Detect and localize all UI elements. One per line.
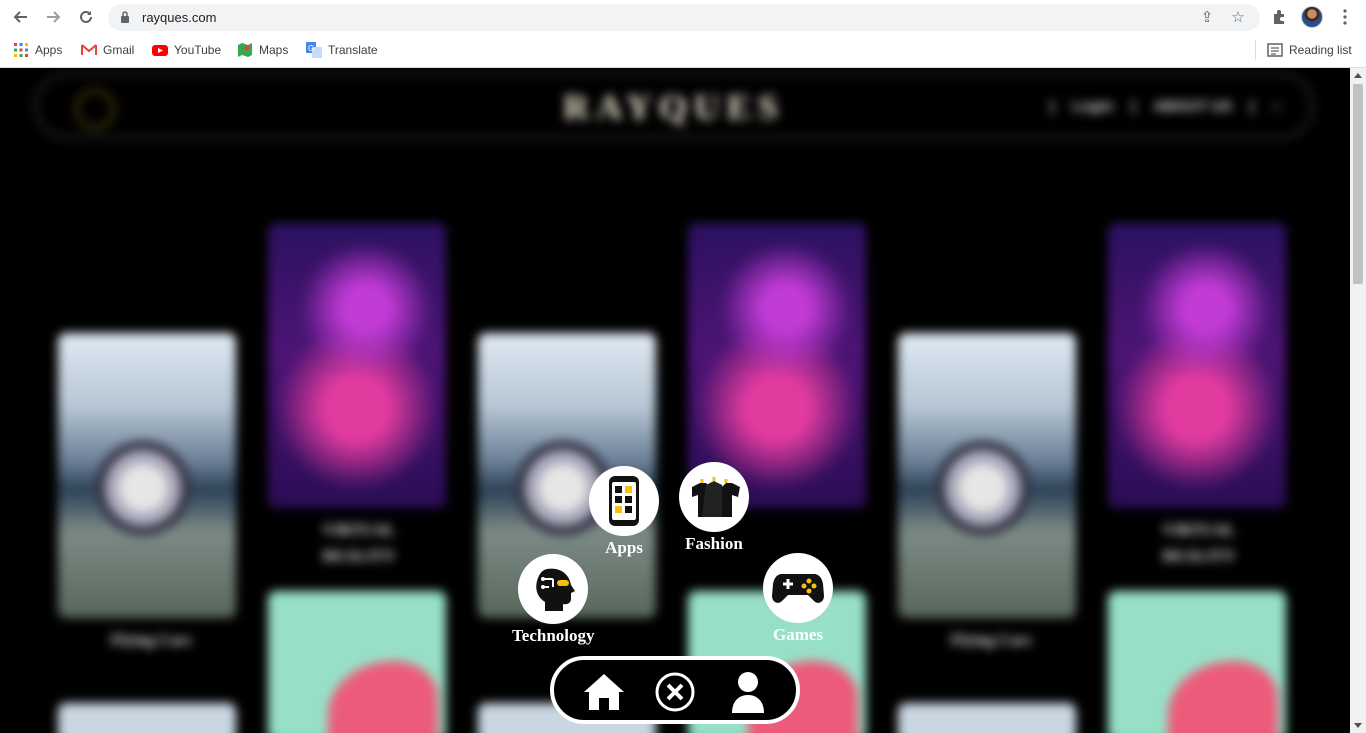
bookmarks-separator	[1255, 40, 1256, 60]
home-icon	[584, 674, 624, 710]
card-virtual-reality[interactable]	[1108, 223, 1286, 508]
card-label: REALITY	[1162, 548, 1236, 565]
menu-technology[interactable]: Technology	[512, 554, 595, 646]
card-label: Flying Cars	[950, 632, 1032, 649]
card-mint[interactable]	[268, 591, 446, 733]
bottom-nav	[550, 656, 800, 724]
bookmark-youtube[interactable]: YouTube	[152, 41, 221, 59]
reading-list-label: Reading list	[1289, 43, 1352, 57]
reading-list-icon	[1267, 43, 1283, 57]
nav-login-link[interactable]: Login	[1072, 98, 1113, 115]
bookmark-label: YouTube	[174, 43, 222, 57]
bookmark-maps[interactable]: Maps	[237, 41, 288, 59]
apps-circle[interactable]	[589, 466, 659, 536]
reload-button[interactable]	[75, 6, 97, 28]
blurred-background-site: RAYQUES | Login | ABOUT US | ○ Flying Ca…	[0, 68, 1350, 733]
menu-label-fashion: Fashion	[685, 534, 743, 553]
translate-icon: G	[306, 42, 322, 58]
reload-icon	[80, 10, 92, 23]
youtube-icon	[152, 45, 168, 56]
lightbulb-icon[interactable]: ○	[1272, 98, 1281, 115]
gamepad-icon	[772, 574, 824, 603]
bookmark-apps[interactable]: Apps	[13, 41, 62, 59]
menu-label-games: Games	[772, 625, 824, 644]
card-flying-cars[interactable]	[898, 333, 1076, 618]
card-label: REALITY	[322, 548, 396, 565]
close-circle-icon	[655, 672, 695, 712]
reading-list-button[interactable]: Reading list	[1267, 41, 1352, 59]
arrow-right-icon	[47, 11, 61, 23]
nav-separator: |	[1249, 98, 1254, 115]
nav-separator: |	[1131, 98, 1136, 115]
profile-avatar[interactable]	[1301, 6, 1323, 28]
card-label: VIRTUAL	[1162, 522, 1236, 539]
brain-head-icon	[536, 568, 576, 611]
card-label: Flying Cars	[110, 632, 192, 649]
scroll-down-arrow[interactable]	[1354, 723, 1362, 728]
bookmark-label: Gmail	[103, 43, 135, 57]
puzzle-icon	[1274, 10, 1284, 24]
lock-icon	[121, 11, 129, 23]
extensions-button[interactable]	[1268, 6, 1290, 28]
browser-chrome: rayques.com ⇪ ☆ Apps Gmail YouTube Maps …	[0, 0, 1366, 68]
menu-games[interactable]: Games	[763, 553, 833, 645]
apps-grid-icon	[14, 43, 28, 57]
menu-fashion[interactable]: Fashion	[679, 462, 749, 554]
nav-about-link[interactable]: ABOUT US	[1153, 98, 1231, 115]
bookmarks-bar: Apps Gmail YouTube Maps G Translate Read…	[0, 36, 1366, 64]
site-nav: | Login | ABOUT US | ○	[1050, 98, 1281, 115]
fashion-circle[interactable]	[679, 462, 749, 532]
nav-separator: |	[1050, 98, 1055, 115]
menu-label-apps: Apps	[605, 538, 643, 557]
address-bar[interactable]: rayques.com ⇪ ☆	[108, 4, 1260, 31]
share-icon[interactable]: ⇪	[1198, 9, 1216, 27]
clothes-rack-icon	[692, 477, 740, 517]
page-scrollbar[interactable]	[1350, 68, 1366, 733]
site-header: RAYQUES | Login | ABOUT US | ○	[34, 73, 1314, 139]
user-icon	[732, 672, 764, 713]
profile-button[interactable]	[726, 670, 770, 714]
gmail-icon	[81, 44, 97, 55]
card-partial[interactable]	[58, 703, 236, 733]
bookmark-label: Translate	[328, 43, 378, 57]
bookmark-star-icon[interactable]: ☆	[1229, 9, 1247, 27]
forward-button[interactable]	[42, 6, 64, 28]
page-content: RAYQUES | Login | ABOUT US | ○ Flying Ca…	[0, 68, 1350, 733]
browser-toolbar: rayques.com ⇪ ☆	[0, 0, 1366, 34]
smartphone-icon	[609, 476, 639, 526]
more-vertical-icon	[1343, 9, 1347, 25]
card-flying-cars[interactable]	[58, 333, 236, 618]
card-virtual-reality[interactable]	[268, 223, 446, 508]
scroll-thumb[interactable]	[1353, 84, 1363, 284]
menu-label-technology: Technology	[512, 626, 595, 645]
close-menu-button[interactable]	[653, 670, 697, 714]
browser-menu-button[interactable]	[1334, 6, 1356, 28]
home-button[interactable]	[582, 670, 626, 714]
bookmark-label: Maps	[259, 43, 289, 57]
bookmark-gmail[interactable]: Gmail	[81, 41, 134, 59]
card-mint[interactable]	[1108, 591, 1286, 733]
svg-text:G: G	[308, 44, 314, 53]
arrow-left-icon	[13, 11, 27, 23]
menu-apps[interactable]: Apps	[589, 466, 659, 558]
maps-icon	[238, 43, 252, 57]
scroll-up-arrow[interactable]	[1354, 73, 1362, 78]
bookmark-translate[interactable]: G Translate	[306, 41, 378, 59]
technology-circle[interactable]	[518, 554, 589, 624]
card-label: VIRTUAL	[322, 522, 396, 539]
games-circle[interactable]	[763, 553, 833, 623]
bookmark-label: Apps	[35, 43, 63, 57]
card-partial[interactable]	[898, 703, 1076, 733]
back-button[interactable]	[10, 6, 32, 28]
url-text: rayques.com	[142, 10, 217, 25]
